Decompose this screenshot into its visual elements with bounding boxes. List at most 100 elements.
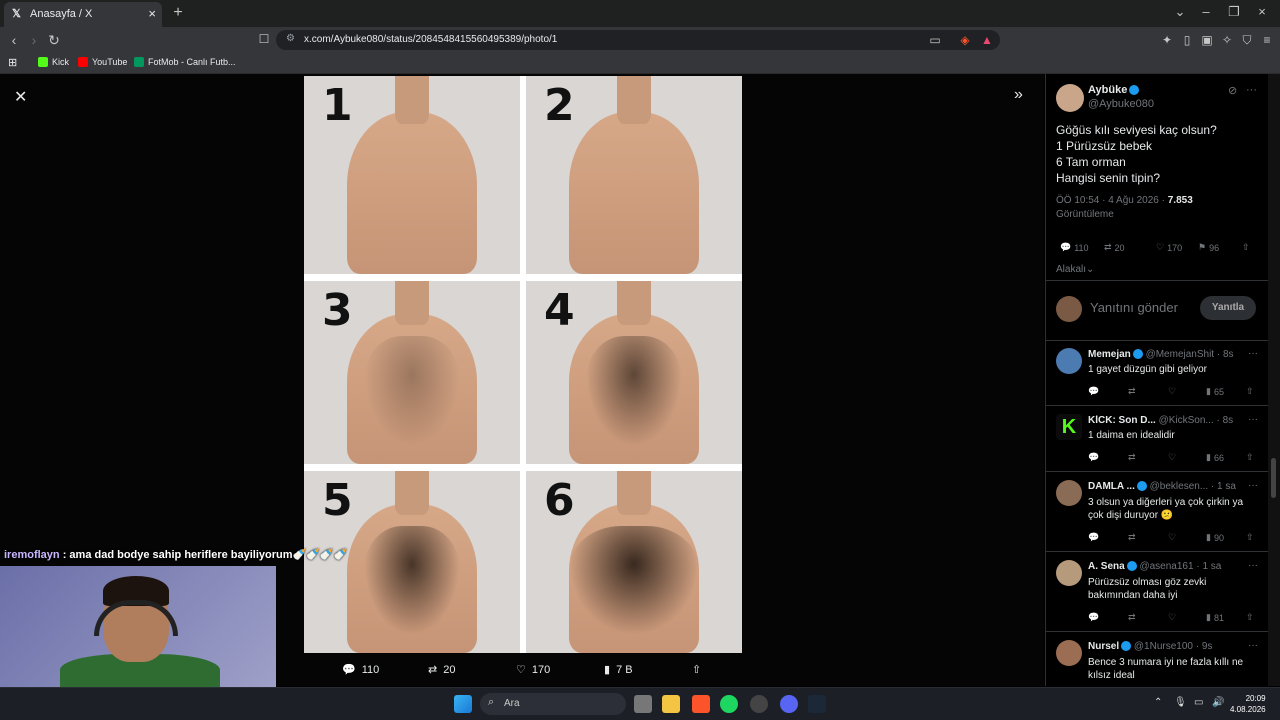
repost-icon[interactable]: ⇄ <box>1128 532 1136 543</box>
kick-icon[interactable]: K <box>1056 414 1082 440</box>
reply-icon[interactable]: 💬 <box>1088 532 1099 543</box>
more-icon[interactable]: ··· <box>1248 560 1258 571</box>
reply-item[interactable]: DAMLA ... @beklesen... · 1 sa ··· 3 olsu… <box>1046 472 1268 552</box>
repost-icon[interactable]: ⇄ <box>1128 612 1136 623</box>
brave-icon[interactable] <box>692 695 710 713</box>
author-handle[interactable]: @Aybuke080 <box>1088 98 1154 110</box>
share-icon[interactable]: ⇧ <box>1246 532 1254 543</box>
reply-author[interactable]: Memejan <box>1088 349 1131 360</box>
author-name[interactable]: Aybüke <box>1088 84 1140 96</box>
like-button[interactable]: ♡ 170 <box>516 663 550 677</box>
collapse-panel-icon[interactable]: » <box>1014 86 1023 104</box>
volume-icon[interactable]: 🔊 <box>1212 697 1224 708</box>
share-icon[interactable]: ⇧ <box>1246 452 1254 463</box>
bookmark-icon[interactable]: ☐ <box>256 32 272 46</box>
reply-icon[interactable]: 💬 <box>1088 612 1099 623</box>
reply-item[interactable]: Memejan @MemejanShit · 8s ··· 1 gayet dü… <box>1046 340 1268 406</box>
leo-icon[interactable]: ✧ <box>1220 33 1234 47</box>
new-tab-button[interactable]: + <box>170 4 186 22</box>
views-button[interactable]: ▮ 90 <box>1206 532 1224 543</box>
post-photo[interactable]: 1 2 3 4 5 6 <box>304 76 742 653</box>
brave-shield-icon[interactable]: ◈ <box>958 33 972 47</box>
site-info-icon[interactable]: ⚙ <box>286 33 295 44</box>
reply-item[interactable]: A. Sena @asena161 · 1 sa ··· Pürüzsüz ol… <box>1046 552 1268 632</box>
reply-item[interactable]: K KİCK: Son D... @KickSon... · 8s ··· 1 … <box>1046 406 1268 472</box>
like-button[interactable]: ♡ 170 <box>1156 242 1182 253</box>
post-timestamp[interactable]: ÖÖ 10:54 · 4 Ağu 2026 · 7.853 <box>1056 195 1193 206</box>
views-button[interactable]: ▮ 7 B <box>604 663 633 677</box>
reply-item[interactable]: Nursel @1Nurse100 · 9s ··· Bence 3 numar… <box>1046 632 1268 686</box>
heart-icon[interactable]: ♡ <box>1168 612 1176 623</box>
reply-author[interactable]: A. Sena <box>1088 561 1125 572</box>
extensions-icon[interactable]: ✦ <box>1160 33 1174 47</box>
avatar[interactable] <box>1056 640 1082 666</box>
grok-icon[interactable]: ⊘ <box>1228 84 1237 97</box>
close-tab-icon[interactable]: × <box>148 6 156 21</box>
heart-icon[interactable]: ♡ <box>1168 386 1176 397</box>
share-button[interactable]: ⇧ <box>692 663 701 676</box>
share-button[interactable]: ⇧ <box>1242 242 1250 253</box>
heart-icon[interactable]: ♡ <box>1168 532 1176 543</box>
close-icon[interactable]: ✕ <box>14 87 27 107</box>
app-icon[interactable] <box>750 695 768 713</box>
maximize-button[interactable]: ❐ <box>1224 4 1244 20</box>
views-button[interactable]: ▮ 65 <box>1206 386 1224 397</box>
file-explorer-icon[interactable] <box>662 695 680 713</box>
bookmark-button[interactable]: ⚑ 96 <box>1198 242 1219 253</box>
more-icon[interactable]: ··· <box>1248 348 1258 359</box>
heart-icon[interactable]: ♡ <box>1168 452 1176 463</box>
window-close-button[interactable]: × <box>1252 4 1272 19</box>
windows-start-icon[interactable] <box>454 695 472 713</box>
reply-icon[interactable]: 💬 <box>1088 452 1099 463</box>
views-button[interactable]: ▮ 66 <box>1206 452 1224 463</box>
bookmark-fotmob[interactable]: FotMob - Canlı Futb... <box>134 57 236 67</box>
steam-icon[interactable] <box>808 695 826 713</box>
minimize-button[interactable]: – <box>1196 4 1216 19</box>
reload-icon[interactable]: ↻ <box>46 32 62 49</box>
spotify-icon[interactable] <box>720 695 738 713</box>
brave-rewards-icon[interactable]: ▲ <box>980 33 994 47</box>
taskbar-search[interactable]: ⌕ Ara <box>480 693 626 715</box>
sort-dropdown[interactable]: Alakalı⌄ <box>1056 264 1094 275</box>
reply-icon[interactable]: 💬 <box>1088 386 1099 397</box>
views-button[interactable]: ▮ 81 <box>1206 612 1224 623</box>
discord-icon[interactable] <box>780 695 798 713</box>
forward-icon[interactable]: › <box>26 32 42 48</box>
reply-button[interactable]: 💬 110 <box>1060 242 1089 253</box>
share-icon[interactable]: ⇧ <box>1246 612 1254 623</box>
repost-icon[interactable]: ⇄ <box>1128 452 1136 463</box>
apps-icon[interactable]: ⊞ <box>8 56 17 69</box>
bookmark-kick[interactable]: Kick <box>38 57 69 67</box>
bookmark-youtube[interactable]: YouTube <box>78 57 127 67</box>
wallet-icon[interactable]: ▣ <box>1200 33 1214 47</box>
repost-button[interactable]: ⇄ 20 <box>428 663 455 677</box>
avatar[interactable] <box>1056 84 1084 112</box>
reply-author[interactable]: Nursel <box>1088 641 1119 652</box>
avatar[interactable] <box>1056 480 1082 506</box>
browser-tab[interactable]: 𝕏 Anasayfa / X × <box>4 2 162 27</box>
scrollbar[interactable] <box>1268 74 1280 686</box>
network-icon[interactable]: ▭ <box>1194 697 1203 708</box>
microphone-icon[interactable]: 🎙 <box>1174 697 1187 708</box>
more-icon[interactable]: ··· <box>1248 480 1258 491</box>
vpn-icon[interactable]: ⛉ <box>1240 33 1254 47</box>
system-clock[interactable]: 20:09 4.08.2026 <box>1230 693 1266 715</box>
reply-author[interactable]: KİCK: Son D... <box>1088 415 1156 426</box>
reply-button[interactable]: 💬 110 <box>342 663 379 677</box>
tab-search-icon[interactable]: ⌄ <box>1170 4 1190 20</box>
more-icon[interactable]: ··· <box>1248 640 1258 651</box>
menu-icon[interactable]: ≡ <box>1260 33 1274 47</box>
sidebar-icon[interactable]: ▯ <box>1180 33 1194 47</box>
reply-input[interactable]: Yanıtını gönder <box>1090 300 1178 315</box>
reply-author[interactable]: DAMLA ... <box>1088 481 1135 492</box>
reply-submit-button[interactable]: Yanıtla <box>1200 296 1256 320</box>
cast-icon[interactable]: ▭ <box>928 33 942 47</box>
task-view-icon[interactable] <box>634 695 652 713</box>
more-icon[interactable]: ··· <box>1248 414 1258 425</box>
repost-button[interactable]: ⇄ 20 <box>1104 242 1125 253</box>
address-bar[interactable]: ⚙ x.com/Aybuke080/status/208454841556049… <box>276 30 1000 50</box>
tray-chevron-icon[interactable]: ⌃ <box>1154 697 1162 708</box>
avatar[interactable] <box>1056 348 1082 374</box>
repost-icon[interactable]: ⇄ <box>1128 386 1136 397</box>
more-icon[interactable]: ··· <box>1246 84 1257 96</box>
